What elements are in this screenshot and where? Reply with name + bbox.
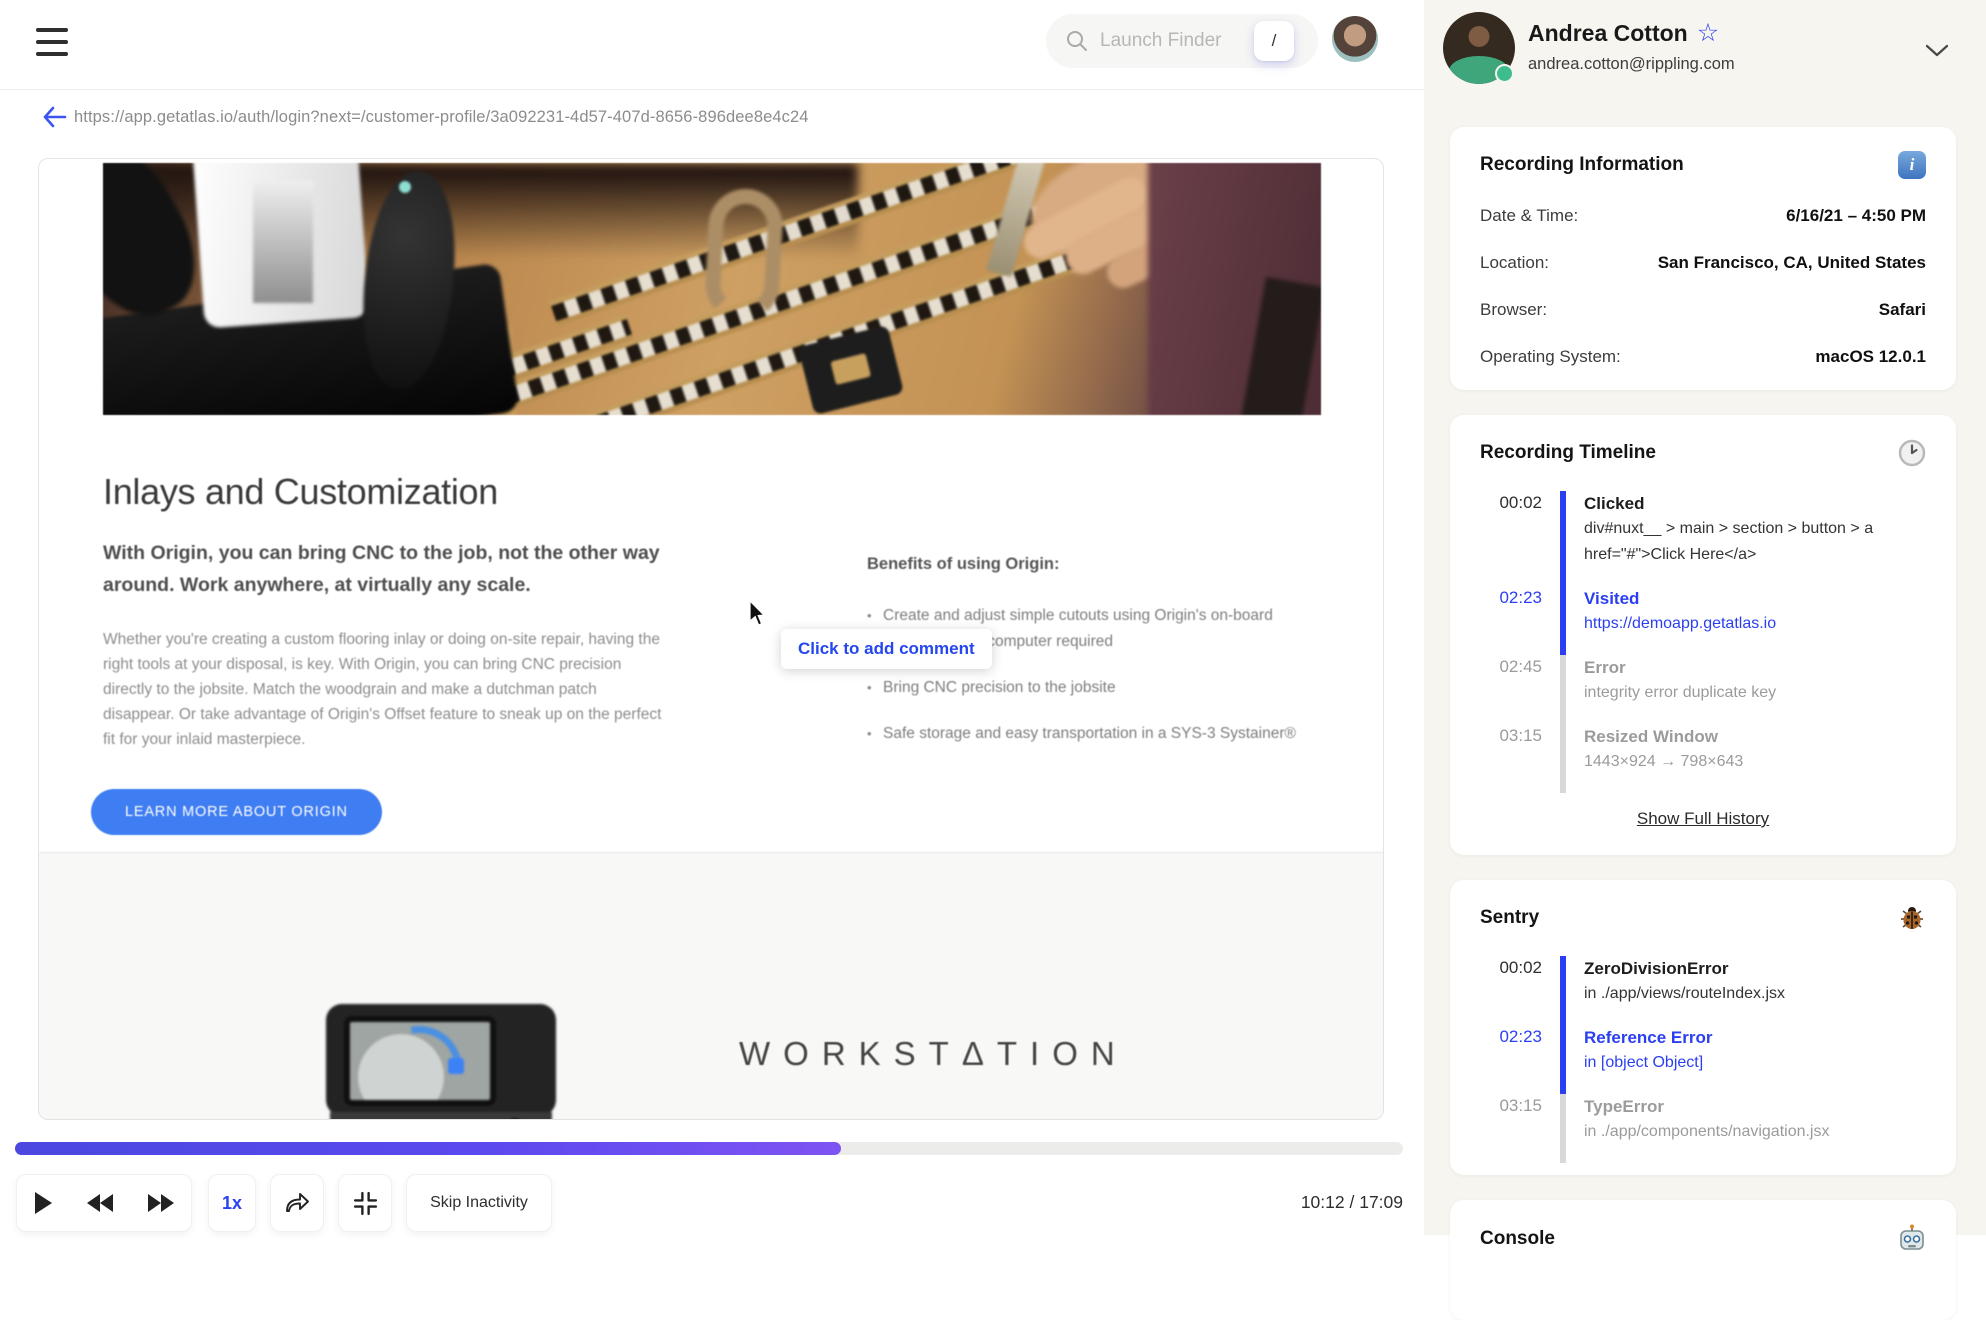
show-full-history-link[interactable]: Show Full History	[1637, 809, 1769, 829]
page-heading: Inlays and Customization	[103, 471, 499, 512]
time-display: 10:12 / 17:09	[1300, 1192, 1403, 1212]
replay-viewport[interactable]: Inlays and Customization With Origin, yo…	[38, 158, 1384, 1120]
info-row-os: Operating System: macOS 12.0.1	[1480, 347, 1926, 366]
play-button[interactable]	[29, 1175, 58, 1231]
clock-icon	[1898, 439, 1926, 467]
exit-fullscreen-button[interactable]	[346, 1175, 385, 1231]
recording-timeline-card: Recording Timeline 00:02 Clicked div#nux…	[1450, 415, 1956, 855]
workstation-device-image	[326, 1004, 556, 1119]
recorded-page-content: Inlays and Customization With Origin, yo…	[39, 159, 1383, 1119]
timeline-event[interactable]: 00:02 Clicked div#nuxt__ > main > sectio…	[1480, 491, 1926, 586]
ladybug-icon	[1898, 904, 1926, 932]
rewind-button[interactable]	[81, 1175, 119, 1231]
back-arrow-icon[interactable]	[40, 104, 68, 130]
benefit-item: Safe storage and easy transportation in …	[867, 721, 1327, 747]
event-marker-bar	[1560, 724, 1566, 793]
cnc-router-photo	[103, 163, 1321, 415]
launch-finder-search[interactable]: /	[1046, 14, 1318, 68]
sentry-event[interactable]: 03:15 TypeError in ./app/components/navi…	[1480, 1094, 1926, 1163]
transport-controls	[16, 1174, 192, 1232]
collapse-control	[338, 1174, 392, 1232]
timeline-event[interactable]: 02:23 Visited https://demoapp.getatlas.i…	[1480, 586, 1926, 655]
playback-speed-button[interactable]: 1x	[222, 1193, 242, 1214]
skip-forward-arrow-button[interactable]	[277, 1175, 317, 1231]
workstation-logo: WORKSTΔTION	[739, 1035, 1128, 1072]
info-row-date: Date & Time: 6/16/21 – 4:50 PM	[1480, 206, 1926, 225]
timeline-event[interactable]: 02:45 Error integrity error duplicate ke…	[1480, 655, 1926, 724]
page-body-paragraph: Whether you're creating a custom floorin…	[103, 631, 662, 748]
sentry-card: Sentry 00:02 ZeroDivisionError in ./app/…	[1450, 880, 1956, 1175]
event-marker-bar	[1560, 956, 1566, 1025]
recorded-page-url: https://app.getatlas.io/auth/login?next=…	[74, 108, 809, 126]
timeline-event[interactable]: 03:15 Resized Window 1443×924 → 798×643	[1480, 724, 1926, 793]
console-card: Console	[1450, 1200, 1956, 1320]
hamburger-menu-icon[interactable]	[36, 28, 68, 58]
learn-more-button[interactable]: LEARN MORE ABOUT ORIGIN	[91, 789, 382, 835]
robot-icon	[1898, 1224, 1926, 1254]
event-marker-bar	[1560, 1025, 1566, 1094]
info-icon: i	[1898, 151, 1926, 179]
replay-player-region: / https://app.getatlas.io/auth/login?nex…	[0, 0, 1424, 1235]
favorite-star-icon[interactable]: ☆	[1697, 21, 1719, 46]
skip-inactivity-button[interactable]: Skip Inactivity	[406, 1174, 552, 1232]
console-title: Console	[1480, 1228, 1555, 1249]
chevron-down-icon[interactable]	[1925, 44, 1949, 58]
sentry-title: Sentry	[1480, 907, 1540, 928]
search-icon	[1066, 30, 1088, 52]
progress-fill	[15, 1142, 841, 1155]
recording-timeline-title: Recording Timeline	[1480, 442, 1656, 463]
sentry-event[interactable]: 00:02 ZeroDivisionError in ./app/views/r…	[1480, 956, 1926, 1025]
online-status-dot	[1495, 64, 1514, 83]
event-marker-bar	[1560, 491, 1566, 586]
session-details-sidebar: Andrea Cotton ☆ andrea.cotton@rippling.c…	[1424, 0, 1986, 1320]
event-marker-bar	[1560, 655, 1566, 724]
benefits-list: Create and adjust simple cutouts using O…	[867, 603, 1327, 767]
workstation-section: WORKSTΔTION	[39, 852, 1383, 1119]
playback-progress-bar[interactable]	[15, 1142, 1403, 1155]
info-row-location: Location: San Francisco, CA, United Stat…	[1480, 253, 1926, 272]
speed-control: 1x	[208, 1174, 256, 1232]
recording-url-bar: https://app.getatlas.io/auth/login?next=…	[0, 90, 1424, 156]
recording-information-card: Recording Information i Date & Time: 6/1…	[1450, 127, 1956, 390]
replay-cursor-icon	[749, 601, 771, 627]
event-marker-bar	[1560, 1094, 1566, 1163]
event-marker-bar	[1560, 586, 1566, 655]
info-row-browser: Browser: Safari	[1480, 300, 1926, 319]
recording-information-title: Recording Information	[1480, 154, 1684, 175]
skip-next-control	[270, 1174, 324, 1232]
top-bar: /	[0, 0, 1424, 90]
search-input[interactable]	[1100, 30, 1240, 52]
page-intro-paragraph: With Origin, you can bring CNC to the jo…	[103, 542, 660, 596]
fast-forward-button[interactable]	[142, 1175, 180, 1231]
user-name: Andrea Cotton ☆	[1528, 19, 1720, 47]
comment-tooltip: Click to add comment	[781, 629, 992, 669]
benefit-item: Bring CNC precision to the jobsite	[867, 675, 1327, 701]
benefits-heading: Benefits of using Origin:	[867, 555, 1060, 573]
topbar-avatar[interactable]	[1332, 16, 1378, 62]
sentry-event[interactable]: 02:23 Reference Error in [object Object]	[1480, 1025, 1926, 1094]
user-email: andrea.cotton@rippling.com	[1528, 55, 1735, 73]
slash-shortcut-key: /	[1254, 21, 1294, 61]
